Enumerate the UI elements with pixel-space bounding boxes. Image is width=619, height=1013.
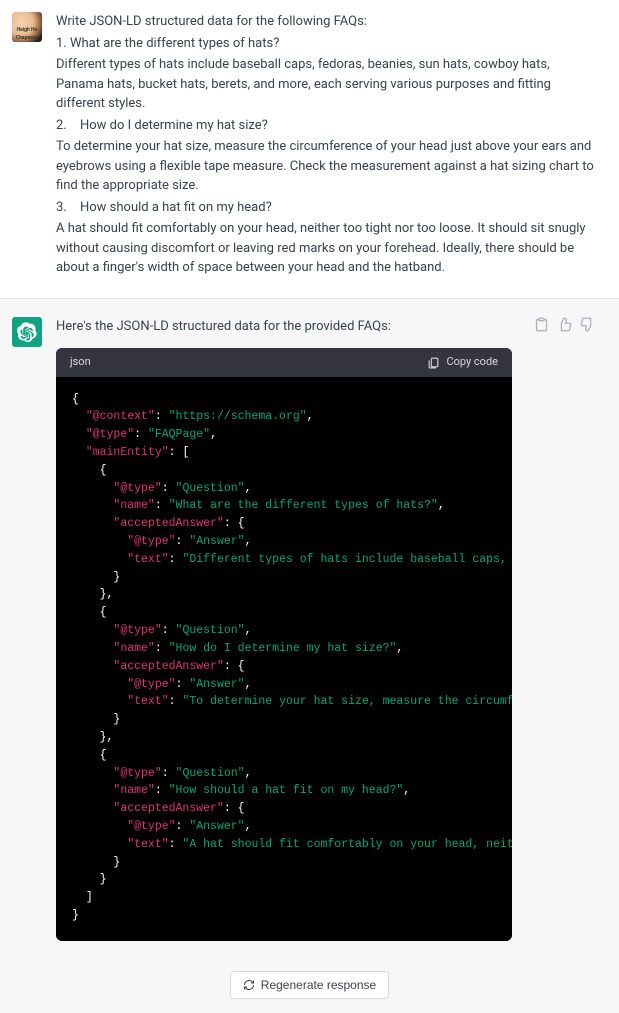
user-prompt: Write JSON-LD structured data for the fo… [56,12,595,280]
code-block: json Copy code { "@context": "https://sc… [56,348,512,941]
assistant-avatar [12,317,42,347]
regenerate-label: Regenerate response [261,978,376,992]
user-line: 2. How do I determine my hat size? [56,116,595,136]
message-actions [534,317,595,941]
user-line: 1. What are the different types of hats? [56,34,595,54]
code-content: { "@context": "https://schema.org", "@ty… [56,377,512,941]
regenerate-wrap: Regenerate response [0,961,619,1013]
refresh-icon [243,979,255,991]
user-line: 3. How should a hat fit on my head? [56,198,595,218]
thumbs-down-icon[interactable] [580,317,595,332]
thumbs-up-icon[interactable] [557,317,572,332]
user-message: Write JSON-LD structured data for the fo… [0,0,619,298]
copy-code-button[interactable]: Copy code [427,354,498,371]
assistant-intro: Here's the JSON-LD structured data for t… [56,317,512,337]
openai-logo-icon [17,322,37,342]
assistant-message: Here's the JSON-LD structured data for t… [0,298,619,961]
clipboard-icon[interactable] [534,317,549,332]
regenerate-button[interactable]: Regenerate response [230,971,389,999]
clipboard-icon [427,356,440,369]
copy-code-label: Copy code [446,354,498,371]
code-header: json Copy code [56,348,512,377]
user-line: Different types of hats include baseball… [56,55,595,114]
user-line: Write JSON-LD structured data for the fo… [56,12,595,32]
user-line: To determine your hat size, measure the … [56,137,595,196]
code-language-label: json [70,354,91,371]
user-line: A hat should fit comfortably on your hea… [56,219,595,278]
user-avatar [12,12,42,42]
